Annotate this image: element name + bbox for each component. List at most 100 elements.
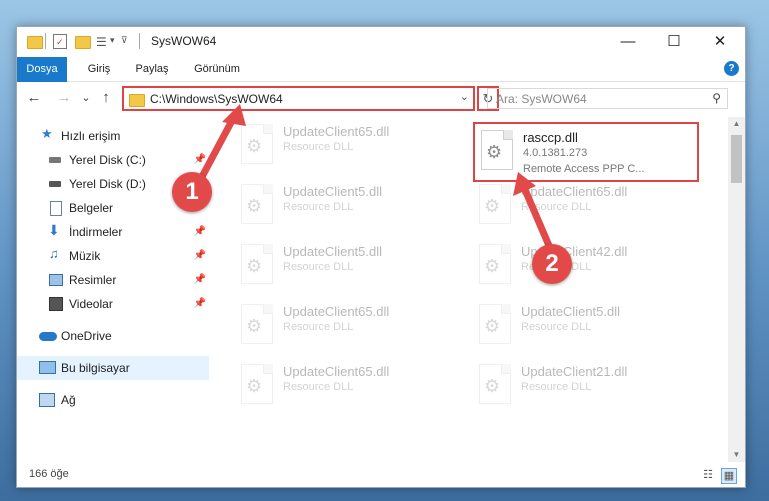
list-item[interactable]: ⚙ UpdateClient65.dll Resource DLL [235, 122, 465, 178]
tab-share[interactable]: Paylaş [129, 57, 175, 81]
pin-icon[interactable]: 📌 [194, 220, 206, 244]
minimize-button[interactable]: — [605, 27, 651, 57]
network-icon [39, 393, 55, 407]
list-item[interactable]: ⚙ UpdateClient5.dll Resource DLL [473, 302, 703, 358]
tab-view[interactable]: Görünüm [189, 57, 245, 81]
sidebar-item-label: Yerel Disk (C:) [69, 153, 146, 167]
sidebar-item-network[interactable]: Ağ [17, 388, 209, 412]
list-item[interactable]: ⚙ rasccp.dll 4.0.1381.273 Remote Access … [475, 128, 705, 184]
dll-file-icon: ⚙ [479, 244, 511, 284]
file-name: UpdateClient5.dll [521, 304, 621, 319]
highlighted-file-rasccp[interactable]: ⚙ rasccp.dll 4.0.1381.273 Remote Access … [473, 122, 699, 182]
qa-divider [45, 33, 46, 49]
videos-icon [49, 297, 63, 311]
back-button[interactable]: ← [25, 89, 43, 107]
sidebar-item-label: Yerel Disk (D:) [69, 177, 146, 191]
dll-file-icon: ⚙ [479, 364, 511, 404]
title-divider [139, 33, 140, 49]
dll-file-icon: ⚙ [241, 364, 273, 404]
file-name: UpdateClient65.dll [283, 304, 390, 319]
dll-file-icon: ⚙ [479, 184, 511, 224]
maximize-button[interactable]: ☐ [651, 27, 697, 57]
sidebar-item-label: Ağ [61, 393, 76, 407]
step-badge-1: 1 [172, 172, 212, 212]
sidebar-item-label: OneDrive [61, 329, 112, 343]
step-badge-2: 2 [532, 244, 572, 284]
list-item[interactable]: ⚙ UpdateClient21.dll Resource DLL [473, 362, 703, 418]
sidebar-item-downloads[interactable]: ⬇ İndirmeler 📌 [17, 220, 209, 244]
up-button[interactable]: ↑ [97, 89, 115, 107]
qa-customize-icon[interactable]: ⊽ [121, 35, 128, 46]
sidebar-item-label: Belgeler [69, 201, 114, 215]
title-bar: ✓ ☰ ▾ ⊽ SysWOW64 — ☐ ✕ [17, 27, 745, 57]
sidebar-item-label: Resimler [69, 273, 117, 287]
sidebar-item-videos[interactable]: Videolar 📌 [17, 292, 209, 316]
dll-file-icon: ⚙ [479, 304, 511, 344]
item-count: 166 öğe [29, 468, 69, 480]
qa-dropdown-icon[interactable]: ▾ [110, 35, 115, 46]
help-icon[interactable]: ? [724, 61, 739, 76]
list-item[interactable]: ⚙ UpdateClient65.dll Resource DLL [235, 362, 465, 418]
search-box[interactable]: Ara: SysWOW64 ⚲ [487, 88, 728, 109]
drive-icon [49, 157, 61, 163]
sidebar-item-this-pc[interactable]: Bu bilgisayar [17, 356, 209, 380]
file-description: Resource DLL [521, 201, 592, 213]
sidebar-item-quick-access[interactable]: ★ Hızlı erişim [17, 124, 209, 148]
list-item[interactable]: ⚙ UpdateClient65.dll Resource DLL [473, 182, 703, 238]
sidebar-item-label: Müzik [69, 249, 101, 263]
sidebar-item-music[interactable]: ♫ Müzik 📌 [17, 244, 209, 268]
file-description: Resource DLL [521, 381, 592, 393]
forward-button[interactable]: → [55, 89, 73, 107]
dll-file-icon: ⚙ [241, 304, 273, 344]
sidebar-item-onedrive[interactable]: OneDrive [17, 324, 209, 348]
search-icon: ⚲ [712, 91, 721, 105]
close-button[interactable]: ✕ [697, 27, 743, 57]
dll-file-icon: ⚙ [241, 244, 273, 284]
sidebar-item-label: Bu bilgisayar [61, 361, 130, 375]
tab-home[interactable]: Giriş [79, 57, 119, 81]
details-view-icon[interactable]: ☷ [701, 468, 715, 482]
documents-icon [50, 201, 62, 216]
list-item[interactable]: ⚙ UpdateClient42.dll Resource DLL [473, 242, 703, 298]
pin-icon[interactable]: 📌 [194, 148, 206, 172]
file-description: Remote Access PPP C... [523, 163, 645, 175]
file-name: UpdateClient5.dll [283, 184, 383, 199]
chevron-down-icon[interactable]: ⌄ [460, 90, 469, 103]
file-description: Resource DLL [283, 321, 354, 333]
sidebar-item-pictures[interactable]: Resimler 📌 [17, 268, 209, 292]
pin-icon[interactable]: 📌 [194, 244, 206, 268]
list-item[interactable]: ⚙ UpdateClient65.dll Resource DLL [235, 302, 465, 358]
vertical-scrollbar[interactable]: ▲ ▼ [728, 117, 745, 462]
file-name: UpdateClient5.dll [283, 244, 383, 259]
drive-icon [49, 181, 61, 187]
sidebar-item-label: Videolar [69, 297, 113, 311]
tiles-view-icon[interactable]: ▦ [721, 468, 737, 484]
music-icon: ♫ [49, 246, 59, 261]
file-name: rasccp.dll [523, 130, 578, 145]
scroll-up-icon[interactable]: ▲ [728, 117, 745, 131]
scroll-down-icon[interactable]: ▼ [728, 448, 745, 462]
pictures-icon [49, 274, 63, 286]
properties-icon[interactable]: ✓ [53, 34, 67, 49]
address-bar[interactable]: C:\Windows\SysWOW64 ⌄ [122, 86, 475, 111]
recent-locations-icon[interactable]: ⌄ [77, 89, 95, 107]
new-folder-icon[interactable] [75, 36, 91, 49]
computer-icon [39, 361, 56, 374]
scroll-thumb[interactable] [731, 135, 742, 183]
sidebar-item-label: İndirmeler [69, 225, 123, 239]
star-icon: ★ [41, 126, 53, 141]
file-description: Resource DLL [283, 381, 354, 393]
file-name: UpdateClient65.dll [521, 184, 628, 199]
ribbon-tabs: Dosya Giriş Paylaş Görünüm ? [17, 57, 745, 113]
navigation-pane: ★ Hızlı erişim Yerel Disk (C:) 📌 Yerel D… [17, 117, 209, 462]
pin-icon[interactable]: 📌 [194, 268, 206, 292]
pin-icon[interactable]: 📌 [194, 292, 206, 316]
view-menu-icon[interactable]: ☰ [96, 35, 107, 49]
list-item[interactable]: ⚙ UpdateClient5.dll Resource DLL [235, 182, 465, 238]
cloud-icon [39, 332, 57, 341]
dll-file-icon: ⚙ [481, 130, 513, 170]
sidebar-item-disk-c[interactable]: Yerel Disk (C:) 📌 [17, 148, 209, 172]
folder-icon [27, 36, 43, 49]
list-item[interactable]: ⚙ UpdateClient5.dll Resource DLL [235, 242, 465, 298]
file-name: UpdateClient21.dll [521, 364, 628, 379]
